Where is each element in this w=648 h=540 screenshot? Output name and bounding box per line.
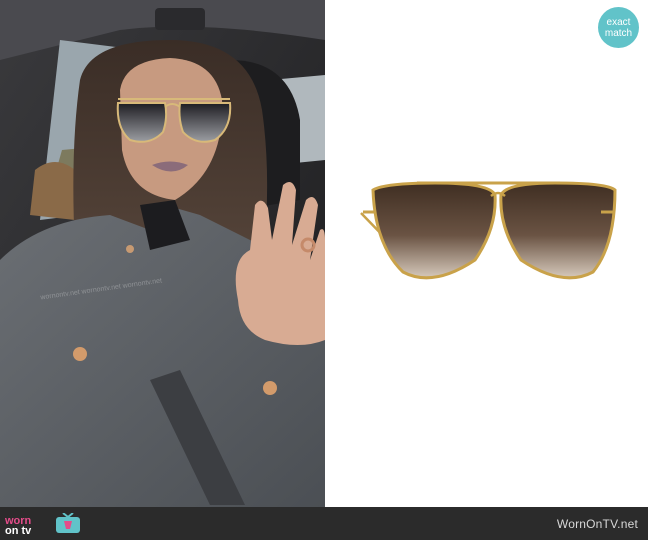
site-logo[interactable]: worn on tv (5, 516, 32, 537)
badge-line2: match (604, 27, 633, 39)
person-photo: wornontv.net wornontv.net wornontv.net (0, 0, 325, 507)
exact-match-badge: exact match (598, 7, 639, 48)
footer-bar: worn on tv WornOnTV.net (0, 507, 648, 540)
tv-icon (56, 513, 80, 533)
jacket-button (263, 381, 277, 395)
sunglasses-image (360, 181, 617, 280)
badge-line1: exact (606, 16, 631, 28)
logo-line2: on tv (5, 525, 32, 537)
jacket-button (73, 347, 87, 361)
jacket-button (126, 245, 134, 253)
car-interior-scene (0, 0, 325, 507)
site-url[interactable]: WornOnTV.net (557, 517, 638, 531)
dome-light (155, 8, 205, 30)
product-panel (325, 0, 648, 507)
